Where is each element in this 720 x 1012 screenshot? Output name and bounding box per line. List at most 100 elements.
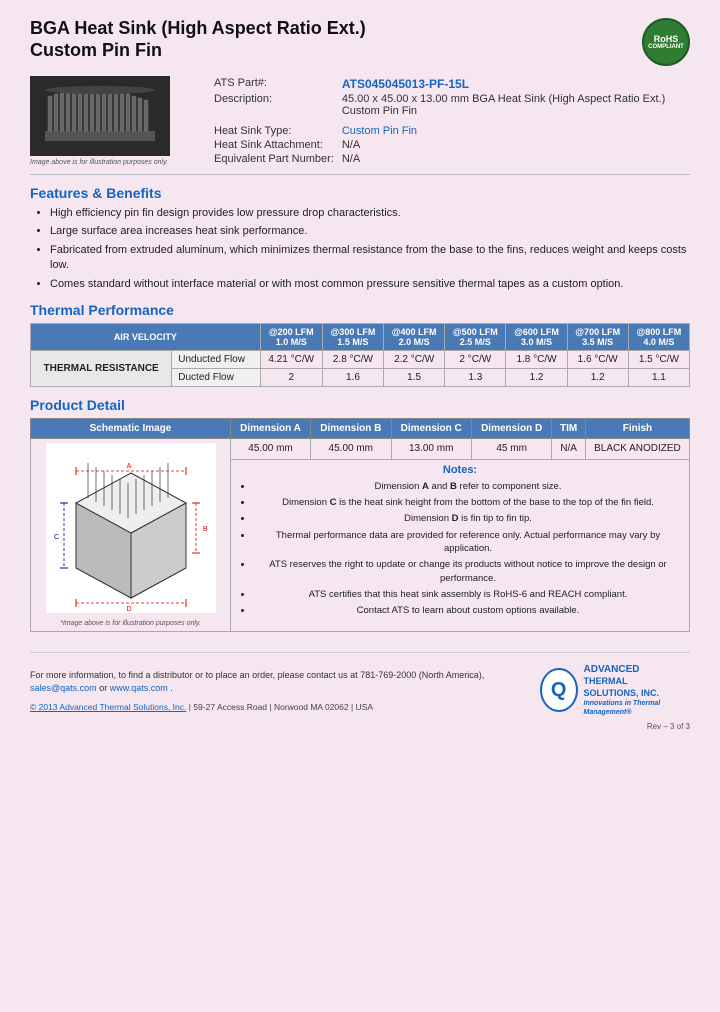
unducted-flow-label: Unducted Flow <box>172 350 260 368</box>
footer-contact-text: For more information, to find a distribu… <box>30 670 358 680</box>
ducted-600: 1.2 <box>506 368 567 386</box>
product-info: Image above is for illustration purposes… <box>30 76 690 166</box>
unducted-300: 2.8 °C/W <box>322 350 383 368</box>
ats-part-row: ATS Part#: ATS045045013-PF-15L <box>210 76 690 92</box>
tim-value: N/A <box>552 438 586 459</box>
product-detail-title: Product Detail <box>30 397 690 413</box>
dimensions-row: A B C D <box>31 438 690 459</box>
footer-copyright-link[interactable]: © 2013 Advanced Thermal Solutions, Inc. <box>30 702 186 712</box>
schematic-caption: *Image above is for illustration purpose… <box>37 620 224 627</box>
col-500lfm: @500 LFM2.5 M/S <box>445 323 506 350</box>
title-line1: BGA Heat Sink (High Aspect Ratio Ext.) <box>30 18 366 38</box>
page-title: BGA Heat Sink (High Aspect Ratio Ext.) C… <box>30 18 366 61</box>
features-list: High efficiency pin fin design provides … <box>30 206 690 292</box>
product-details-table: ATS Part#: ATS045045013-PF-15L Descripti… <box>210 76 690 166</box>
ats-part-value: ATS045045013-PF-15L <box>338 76 690 92</box>
footer-left: For more information, to find a distribu… <box>30 669 540 712</box>
footer-address: | 59-27 Access Road | Norwood MA 02062 |… <box>189 702 373 712</box>
description-label: Description: <box>210 92 338 118</box>
thermal-header-row: AIR VELOCITY @200 LFM1.0 M/S @300 LFM1.5… <box>31 323 690 350</box>
unducted-700: 1.6 °C/W <box>567 350 628 368</box>
footer-contact: For more information, to find a distribu… <box>30 669 540 696</box>
heat-sink-attachment-row: Heat Sink Attachment: N/A <box>210 138 690 152</box>
dim-c-header: Dimension C <box>391 418 471 438</box>
footer-email[interactable]: sales@qats.com <box>30 683 97 693</box>
svg-text:C: C <box>54 534 59 541</box>
tim-header: TIM <box>552 418 586 438</box>
dim-c-value: 13.00 mm <box>391 438 471 459</box>
unducted-flow-row: THERMAL RESISTANCE Unducted Flow 4.21 °C… <box>31 350 690 368</box>
equivalent-part-label: Equivalent Part Number: <box>210 152 338 166</box>
ats-logo-text: ADVANCED THERMAL SOLUTIONS, INC. Innovat… <box>584 663 690 718</box>
ats-part-label: ATS Part#: <box>210 76 338 92</box>
col-800lfm: @800 LFM4.0 M/S <box>628 323 689 350</box>
features-title: Features & Benefits <box>30 185 690 201</box>
unducted-600: 1.8 °C/W <box>506 350 567 368</box>
description-value: 45.00 x 45.00 x 13.00 mm BGA Heat Sink (… <box>338 92 690 118</box>
title-block: BGA Heat Sink (High Aspect Ratio Ext.) C… <box>30 18 366 61</box>
heatsink-image <box>30 76 170 156</box>
note-4: Thermal performance data are provided fo… <box>253 529 683 556</box>
svg-text:D: D <box>126 606 131 613</box>
note-7: Contact ATS to learn about custom option… <box>253 604 683 617</box>
page-header: BGA Heat Sink (High Aspect Ratio Ext.) C… <box>30 18 690 66</box>
schematic-header: Schematic Image <box>31 418 231 438</box>
note-6: ATS certifies that this heat sink assemb… <box>253 588 683 601</box>
unducted-400: 2.2 °C/W <box>384 350 445 368</box>
schematic-svg: A B C D <box>46 443 216 613</box>
dim-a-header: Dimension A <box>231 418 311 438</box>
dim-a-value: 45.00 mm <box>231 438 311 459</box>
unducted-800: 1.5 °C/W <box>628 350 689 368</box>
feature-item-4: Comes standard without interface materia… <box>50 277 690 292</box>
ats-name-line1: ADVANCED <box>584 663 690 676</box>
notes-list: Dimension A and B refer to component siz… <box>237 480 683 618</box>
equivalent-part-value: N/A <box>338 152 690 166</box>
col-600lfm: @600 LFM3.0 M/S <box>506 323 567 350</box>
footer-website[interactable]: www.qats.com <box>110 683 168 693</box>
rohs-text: RoHS <box>654 34 679 44</box>
finish-value: BLACK ANODIZED <box>585 438 689 459</box>
dim-d-value: 45 mm <box>471 438 551 459</box>
product-detail-table: Schematic Image Dimension A Dimension B … <box>30 418 690 632</box>
ats-logo-letter: Q <box>551 679 567 702</box>
feature-item-3: Fabricated from extruded aluminum, which… <box>50 243 690 274</box>
product-image-block: Image above is for illustration purposes… <box>30 76 190 166</box>
rohs-compliant: COMPLIANT <box>648 44 684 50</box>
ats-tagline: Innovations in Thermal Management® <box>584 699 690 717</box>
thermal-title: Thermal Performance <box>30 302 690 318</box>
note-3: Dimension D is fin tip to fin tip. <box>253 512 683 525</box>
finish-header: Finish <box>585 418 689 438</box>
product-image-caption: Image above is for illustration purposes… <box>30 159 190 166</box>
heat-sink-type-row: Heat Sink Type: Custom Pin Fin <box>210 124 690 138</box>
ducted-flow-label: Ducted Flow <box>172 368 260 386</box>
heat-sink-attachment-value: N/A <box>338 138 690 152</box>
footer-phone: 781-769-2000 (North America), <box>360 670 484 680</box>
heat-sink-type-value: Custom Pin Fin <box>338 124 690 138</box>
description-row: Description: 45.00 x 45.00 x 13.00 mm BG… <box>210 92 690 118</box>
thermal-table: AIR VELOCITY @200 LFM1.0 M/S @300 LFM1.5… <box>30 323 690 387</box>
unducted-500: 2 °C/W <box>445 350 506 368</box>
page-number: Rev – 3 of 3 <box>30 722 690 731</box>
dim-b-header: Dimension B <box>311 418 391 438</box>
col-400lfm: @400 LFM2.0 M/S <box>384 323 445 350</box>
ats-logo-circle: Q <box>540 668 578 712</box>
note-1: Dimension A and B refer to component siz… <box>253 480 683 493</box>
heat-sink-type-label: Heat Sink Type: <box>210 124 338 138</box>
ats-name-line2: THERMAL <box>584 676 690 688</box>
notes-title: Notes: <box>237 464 683 476</box>
svg-text:B: B <box>203 526 208 533</box>
footer: For more information, to find a distribu… <box>30 652 690 718</box>
note-5: ATS reserves the right to update or chan… <box>253 558 683 585</box>
equivalent-part-row: Equivalent Part Number: N/A <box>210 152 690 166</box>
ducted-300: 1.6 <box>322 368 383 386</box>
product-detail-header-row: Schematic Image Dimension A Dimension B … <box>31 418 690 438</box>
rohs-badge: RoHS COMPLIANT <box>642 18 690 66</box>
title-line2: Custom Pin Fin <box>30 40 162 60</box>
col-700lfm: @700 LFM3.5 M/S <box>567 323 628 350</box>
footer-connector: or <box>99 683 110 693</box>
ats-logo: Q ADVANCED THERMAL SOLUTIONS, INC. Innov… <box>540 663 690 718</box>
ducted-800: 1.1 <box>628 368 689 386</box>
unducted-200: 4.21 °C/W <box>260 350 322 368</box>
footer-copyright: © 2013 Advanced Thermal Solutions, Inc. … <box>30 702 540 712</box>
note-2: Dimension C is the heat sink height from… <box>253 496 683 509</box>
